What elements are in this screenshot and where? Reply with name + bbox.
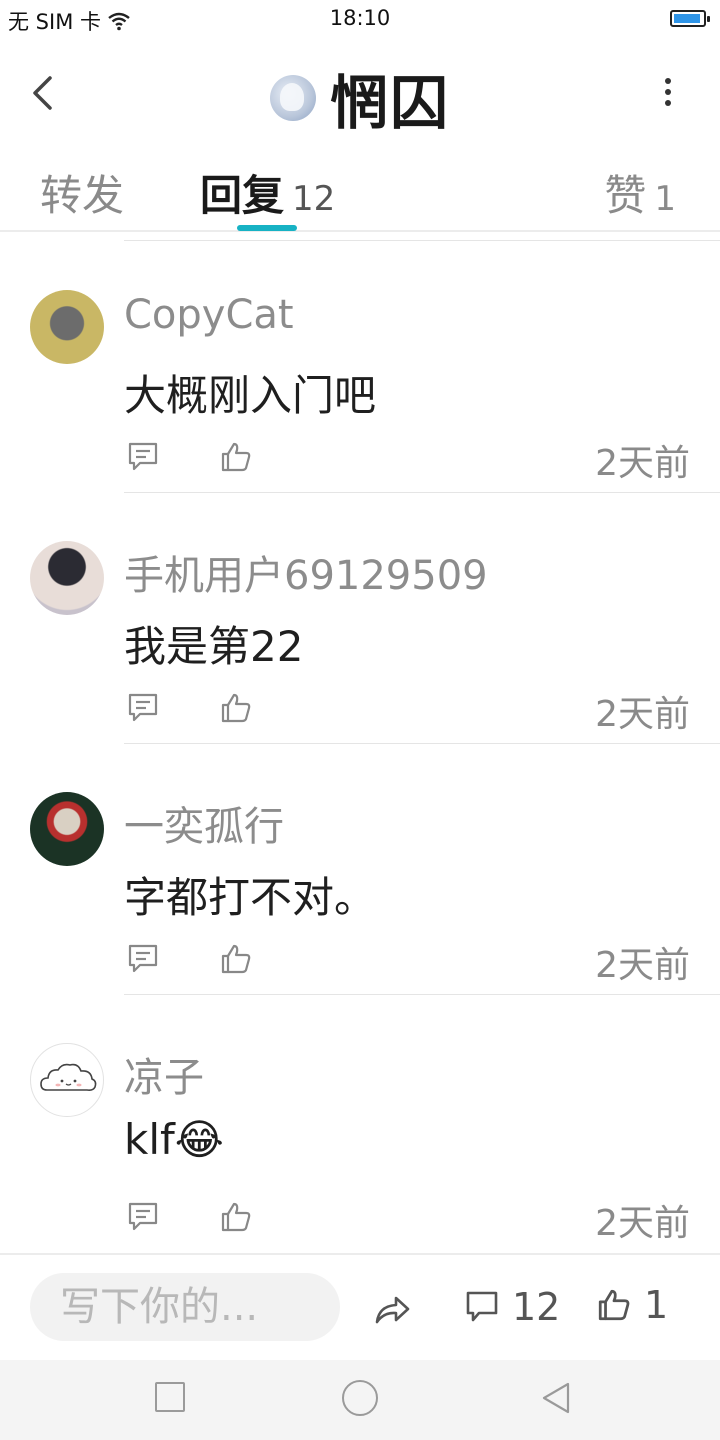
comment-time: 2天前 xyxy=(595,945,690,986)
tab-indicator xyxy=(237,225,297,231)
recent-apps-button[interactable] xyxy=(155,1382,185,1412)
title-wrap: 惘囚 xyxy=(0,56,720,140)
avatar[interactable] xyxy=(30,290,104,364)
comment-text: 我是第22 xyxy=(124,622,304,671)
comment-item: 手机用户69129509 我是第22 2天前 xyxy=(0,493,720,744)
comment-author[interactable]: 凉子 xyxy=(124,1045,204,1103)
comment-icon xyxy=(466,1291,498,1322)
thumbs-up-icon[interactable] xyxy=(219,942,253,976)
header: 惘囚 xyxy=(0,48,720,138)
comment-icon[interactable] xyxy=(126,691,160,725)
home-button[interactable] xyxy=(342,1380,378,1416)
status-time: 18:10 xyxy=(329,6,391,30)
nav-back-icon[interactable] xyxy=(538,1380,574,1416)
comment-author[interactable]: 手机用户69129509 xyxy=(124,543,488,601)
thumbs-up-icon[interactable] xyxy=(219,440,253,474)
like-count: 1 xyxy=(644,1283,669,1327)
compose-input[interactable]: 写下你的... xyxy=(30,1273,340,1341)
comment-count: 12 xyxy=(512,1285,561,1329)
comment-icon[interactable] xyxy=(126,1200,160,1234)
comment-actions: 2天前 xyxy=(124,440,690,484)
comment-item: 一奕孤行 字都打不对。 2天前 xyxy=(0,744,720,995)
avatar[interactable] xyxy=(30,541,104,615)
comment-time: 2天前 xyxy=(595,443,690,484)
tab-reply-label: 回复 xyxy=(200,171,285,220)
comment-time: 2天前 xyxy=(595,694,690,735)
comment-actions: 2天前 xyxy=(124,1200,690,1244)
tab-forward-label: 转发 xyxy=(40,171,125,220)
thumbs-up-icon[interactable] xyxy=(219,1200,253,1234)
comment-item: CopyCat 大概刚入门吧 2天前 xyxy=(0,242,720,493)
divider xyxy=(124,240,720,241)
comment-actions: 2天前 xyxy=(124,942,690,986)
avatar[interactable] xyxy=(30,792,104,866)
comment-author[interactable]: CopyCat xyxy=(124,292,294,338)
share-icon[interactable] xyxy=(372,1289,412,1329)
comment-author[interactable]: 一奕孤行 xyxy=(124,794,284,852)
more-vertical-icon xyxy=(665,78,671,84)
comment-time: 2天前 xyxy=(595,1203,690,1244)
battery-icon xyxy=(670,10,710,27)
more-options-button[interactable] xyxy=(656,74,680,114)
comment-text: klf😂 xyxy=(124,1115,224,1164)
comment-actions: 2天前 xyxy=(124,691,690,735)
tab-like-label: 赞 xyxy=(604,171,647,220)
comment-icon[interactable] xyxy=(126,942,160,976)
author-avatar[interactable] xyxy=(269,75,316,121)
tab-like[interactable]: 赞 1 xyxy=(604,162,676,223)
tab-reply-count: 12 xyxy=(292,179,336,219)
comment-item: 凉子 klf😂 2天前 xyxy=(0,995,720,1246)
like-count-button[interactable]: 1 xyxy=(596,1283,668,1327)
comment-icon[interactable] xyxy=(126,440,160,474)
tab-reply[interactable]: 回复 12 xyxy=(200,162,335,223)
page-title: 惘囚 xyxy=(329,69,450,137)
bottom-bar: 写下你的... 12 1 xyxy=(0,1253,720,1360)
tab-forward[interactable]: 转发 xyxy=(40,162,124,223)
thumbs-up-icon[interactable] xyxy=(219,691,253,725)
system-nav-bar xyxy=(0,1360,720,1440)
comment-text: 大概刚入门吧 xyxy=(124,371,377,420)
status-bar: 无 SIM 卡 18:10 xyxy=(0,0,720,38)
tab-like-count: 1 xyxy=(654,179,676,219)
comment-count-button[interactable]: 12 xyxy=(464,1285,560,1329)
thumbs-up-icon xyxy=(598,1289,630,1321)
cloud-icon xyxy=(40,1063,97,1091)
tab-bar: 转发 回复 12 赞 1 xyxy=(0,150,720,232)
comment-text: 字都打不对。 xyxy=(124,873,377,922)
avatar[interactable] xyxy=(30,1043,104,1117)
